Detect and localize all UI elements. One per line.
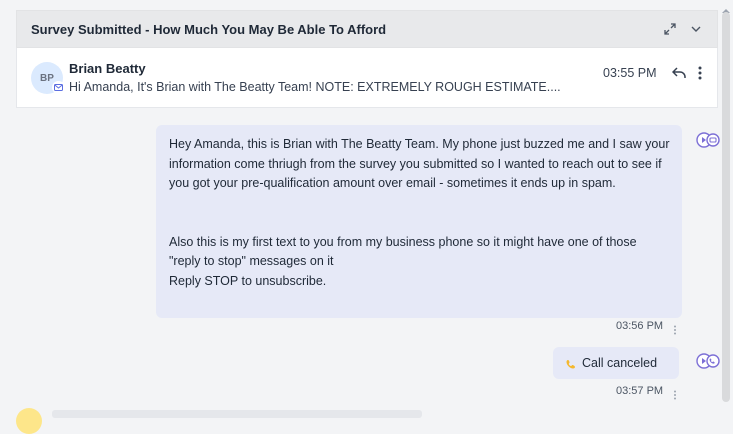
list-item[interactable] bbox=[52, 410, 422, 418]
more-vertical-icon[interactable] bbox=[693, 66, 707, 80]
email-preview: Hi Amanda, It's Brian with The Beatty Te… bbox=[69, 80, 561, 94]
mail-icon bbox=[52, 81, 65, 94]
scroll-up-icon[interactable] bbox=[721, 2, 731, 13]
expand-icon[interactable] bbox=[663, 22, 677, 36]
message-bubble: Hey Amanda, this is Brian with The Beatt… bbox=[156, 125, 682, 318]
more-vertical-icon[interactable] bbox=[673, 322, 677, 335]
reply-icon[interactable] bbox=[672, 66, 686, 80]
scrollbar-thumb[interactable] bbox=[722, 12, 730, 402]
conversation-title: Survey Submitted - How Much You May Be A… bbox=[31, 21, 387, 37]
message-time: 03:57 PM bbox=[616, 385, 664, 397]
conversation-header: Survey Submitted - How Much You May Be A… bbox=[16, 10, 718, 48]
call-status-icon bbox=[566, 358, 576, 369]
more-vertical-icon[interactable] bbox=[673, 387, 677, 400]
email-item[interactable]: BP Brian Beatty Hi Amanda, It's Brian wi… bbox=[16, 48, 718, 108]
avatar: BP bbox=[31, 62, 65, 94]
email-time: 03:55 PM bbox=[603, 66, 657, 80]
call-status-label: Call canceled bbox=[582, 356, 658, 370]
call-status-bubble: Call canceled bbox=[553, 347, 679, 379]
header-actions bbox=[663, 22, 703, 36]
email-sender: Brian Beatty bbox=[69, 61, 146, 76]
message-channel-icon bbox=[696, 130, 720, 150]
message-paragraph: Hey Amanda, this is Brian with The Beatt… bbox=[169, 137, 670, 190]
message-paragraph: Reply STOP to unsubscribe. bbox=[169, 273, 327, 288]
chevron-down-icon[interactable] bbox=[689, 22, 703, 36]
message-paragraph: Also this is my first text to you from m… bbox=[169, 234, 637, 269]
avatar bbox=[16, 408, 42, 434]
message-time: 03:56 PM bbox=[616, 320, 664, 332]
phone-channel-icon bbox=[696, 351, 720, 371]
avatar-initials: BP bbox=[40, 72, 54, 84]
